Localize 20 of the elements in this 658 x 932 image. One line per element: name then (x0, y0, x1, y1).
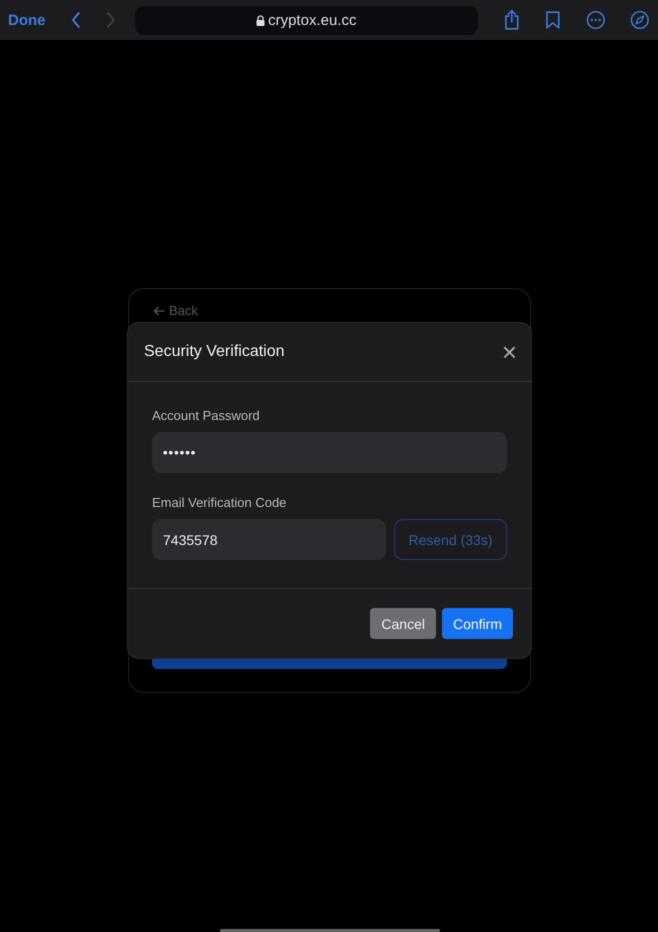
lock-icon (256, 14, 266, 26)
back-icon[interactable] (70, 11, 82, 29)
field-label: Email Verification Code (152, 495, 288, 510)
resend-button[interactable]: Resend (33s) (394, 519, 507, 560)
password-field[interactable]: •••••• (152, 432, 507, 473)
left-arrow-icon (153, 306, 165, 316)
compass-icon[interactable] (630, 10, 650, 30)
more-icon[interactable] (586, 10, 606, 30)
field-label: Account Password (152, 408, 261, 423)
confirm-button[interactable]: Confirm (442, 608, 513, 639)
back-link[interactable]: Back (169, 303, 198, 318)
address-bar[interactable]: cryptox.eu.cc (135, 6, 478, 34)
share-icon[interactable] (502, 9, 520, 31)
close-button[interactable]: × (502, 339, 517, 365)
bookmark-icon[interactable] (545, 10, 561, 30)
cancel-button[interactable]: Cancel (370, 608, 436, 639)
code-field[interactable]: 7435578 (152, 519, 386, 560)
dialog-title: Security Verification (144, 343, 285, 361)
url-text: cryptox.eu.cc (268, 12, 356, 28)
done-button[interactable]: Done (8, 12, 46, 28)
